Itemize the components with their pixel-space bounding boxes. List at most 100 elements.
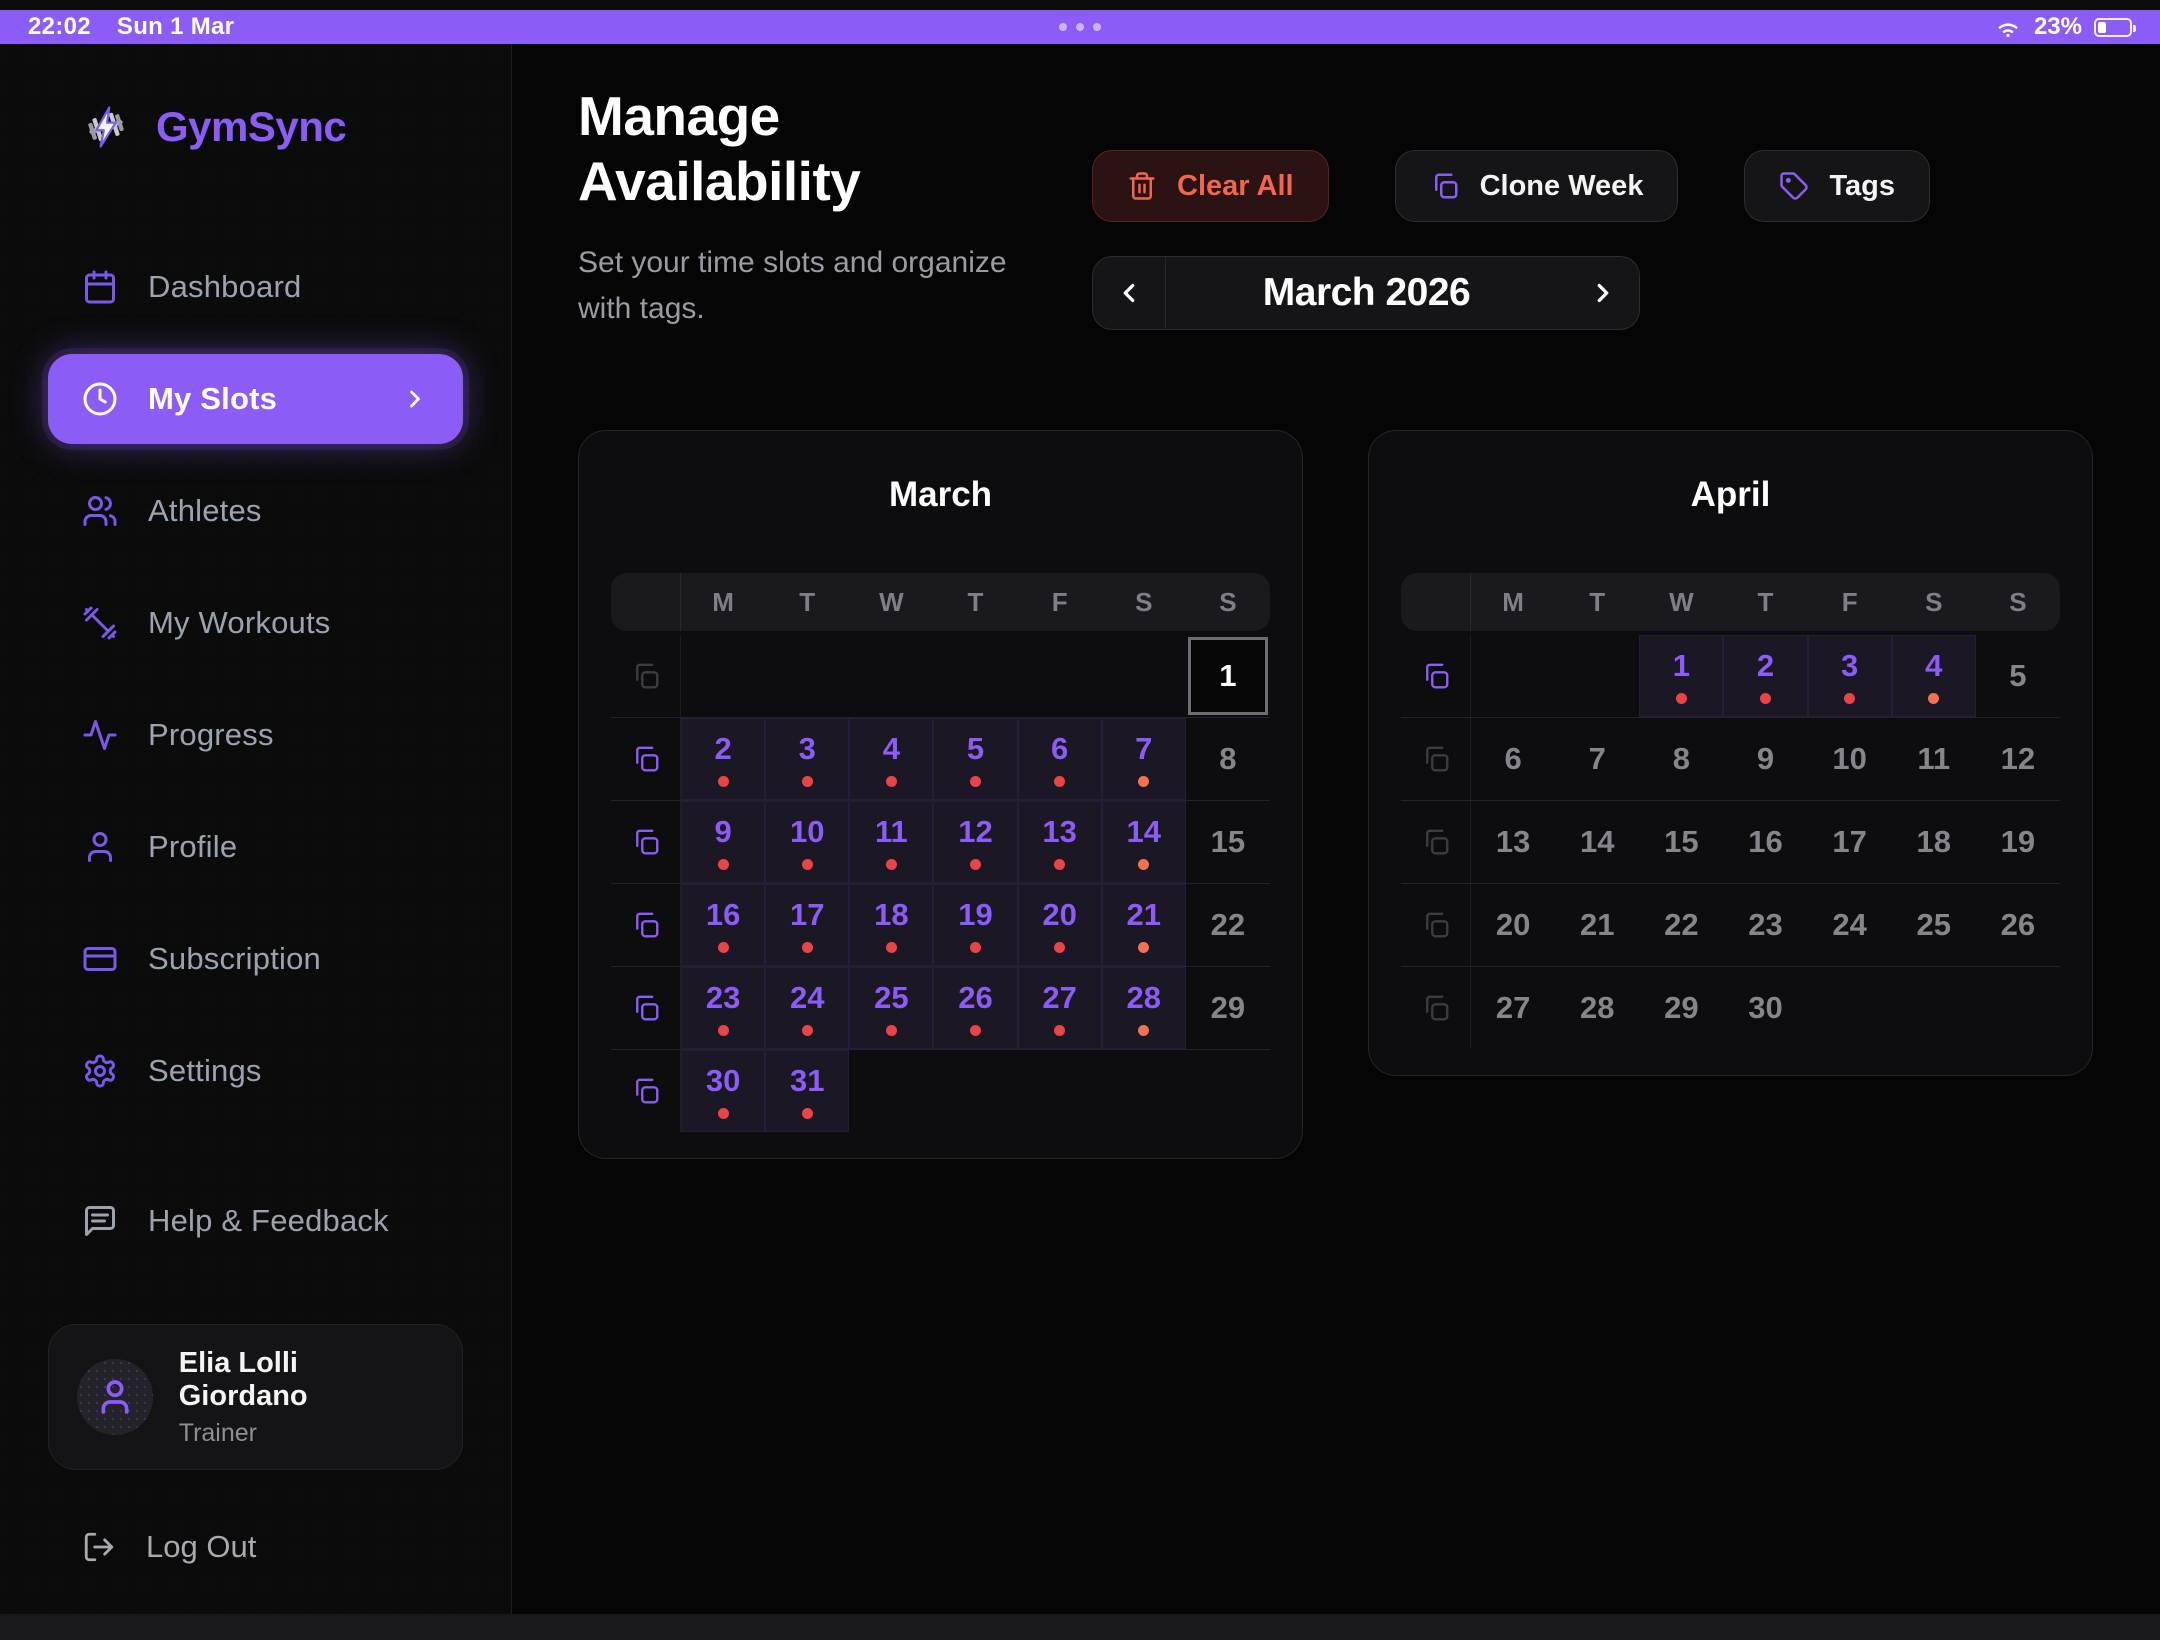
logout-button[interactable]: Log Out (48, 1502, 463, 1592)
day-cell[interactable]: 23 (1723, 884, 1807, 966)
sidebar-item-athletes[interactable]: Athletes (48, 466, 463, 556)
day-cell[interactable]: 12 (933, 801, 1017, 883)
day-cell[interactable]: 1 (1188, 637, 1268, 715)
day-cell[interactable]: 7 (1555, 718, 1639, 800)
day-cell[interactable]: 11 (849, 801, 933, 883)
day-cell[interactable]: 8 (1186, 718, 1270, 800)
sidebar-item-my-workouts[interactable]: My Workouts (48, 578, 463, 668)
next-month-button[interactable] (1567, 257, 1639, 329)
day-cell[interactable]: 30 (1723, 967, 1807, 1049)
day-cell[interactable]: 7 (1102, 718, 1186, 800)
clone-row-button[interactable] (611, 967, 681, 1049)
day-cell[interactable]: 4 (849, 718, 933, 800)
calendar-grid: 1234567891011121314151617181920212223242… (1401, 635, 2060, 1049)
day-number: 18 (1917, 824, 1951, 860)
calendar-week-row: 1314151617 18 19 (1401, 800, 2060, 883)
day-cell[interactable]: 15 (1186, 801, 1270, 883)
day-cell[interactable]: 20 (1018, 884, 1102, 966)
clone-row-button[interactable] (611, 884, 681, 966)
clone-row-button[interactable] (1401, 884, 1471, 966)
clone-row-button[interactable] (611, 635, 681, 717)
day-cell[interactable]: 26 (1976, 884, 2060, 966)
day-cell[interactable]: 21 (1555, 884, 1639, 966)
day-number: 4 (1925, 648, 1942, 684)
day-cell[interactable]: 22 (1186, 884, 1270, 966)
sidebar-item-help-feedback[interactable]: Help & Feedback (48, 1176, 463, 1266)
day-cell[interactable]: 3 (765, 718, 849, 800)
tags-button[interactable]: Tags (1744, 150, 1930, 222)
day-cell[interactable]: 4 (1892, 635, 1976, 717)
day-cell[interactable]: 24 (1808, 884, 1892, 966)
day-cell[interactable]: 10 (1808, 718, 1892, 800)
sidebar-item-progress[interactable]: Progress (48, 690, 463, 780)
day-cell[interactable]: 3 (1808, 635, 1892, 717)
day-cell[interactable]: 11 (1892, 718, 1976, 800)
sidebar-item-dashboard[interactable]: Dashboard (48, 242, 463, 332)
day-cell[interactable]: 14 (1555, 801, 1639, 883)
user-card[interactable]: Elia Lolli Giordano Trainer (48, 1324, 463, 1470)
day-cell[interactable]: 18 (849, 884, 933, 966)
day-cell[interactable]: 19 (933, 884, 1017, 966)
day-cell[interactable]: 13 (1471, 801, 1555, 883)
day-cell[interactable]: 27 (1471, 967, 1555, 1049)
day-cell[interactable]: 15 (1639, 801, 1723, 883)
day-cell[interactable]: 17 (1808, 801, 1892, 883)
day-cell[interactable]: 28 (1555, 967, 1639, 1049)
day-cell[interactable]: 27 (1018, 967, 1102, 1049)
day-cell[interactable]: 14 (1102, 801, 1186, 883)
day-cell[interactable]: 29 (1186, 967, 1270, 1049)
day-cell[interactable]: 30 (681, 1050, 765, 1132)
day-cell[interactable]: 8 (1639, 718, 1723, 800)
day-cell[interactable]: 10 (765, 801, 849, 883)
clone-row-button[interactable] (1401, 801, 1471, 883)
previous-month-button[interactable] (1093, 257, 1166, 329)
day-cell[interactable]: 16 (681, 884, 765, 966)
day-number: 14 (1127, 814, 1161, 850)
clone-week-button[interactable]: Clone Week (1395, 150, 1679, 222)
day-cell[interactable]: 25 (849, 967, 933, 1049)
day-cell[interactable]: 9 (681, 801, 765, 883)
clone-row-button[interactable] (1401, 967, 1471, 1049)
clear-all-button[interactable]: Clear All (1092, 150, 1329, 222)
clone-row-button[interactable] (611, 718, 681, 800)
day-cell[interactable]: 24 (765, 967, 849, 1049)
day-cell[interactable]: 19 (1976, 801, 2060, 883)
weekday-label: S (1102, 587, 1186, 618)
sidebar-item-profile[interactable]: Profile (48, 802, 463, 892)
day-cell[interactable]: 16 (1723, 801, 1807, 883)
clone-row-button[interactable] (611, 1050, 681, 1132)
slot-dot (970, 859, 981, 870)
day-cell[interactable]: 2 (1723, 635, 1807, 717)
day-cell[interactable]: 26 (933, 967, 1017, 1049)
day-number: 19 (2001, 824, 2035, 860)
day-cell[interactable]: 5 (1976, 635, 2060, 717)
slot-dot (886, 942, 897, 953)
clone-row-button[interactable] (611, 801, 681, 883)
month-calendar: April MTWTFSS 12345678910111213141516171… (1368, 430, 2093, 1076)
sidebar-item-settings[interactable]: Settings (48, 1026, 463, 1116)
day-cell[interactable]: 22 (1639, 884, 1723, 966)
clone-row-button[interactable] (1401, 635, 1471, 717)
day-cell[interactable]: 29 (1639, 967, 1723, 1049)
day-cell[interactable]: 12 (1976, 718, 2060, 800)
slot-dot (718, 1108, 729, 1119)
day-cell[interactable]: 25 (1892, 884, 1976, 966)
day-cell[interactable]: 20 (1471, 884, 1555, 966)
day-cell[interactable]: 17 (765, 884, 849, 966)
sidebar-nav: Dashboard My Slots Athletes My Workouts … (0, 242, 511, 1288)
clone-row-button[interactable] (1401, 718, 1471, 800)
day-cell[interactable]: 31 (765, 1050, 849, 1132)
day-cell[interactable]: 23 (681, 967, 765, 1049)
day-cell[interactable]: 9 (1723, 718, 1807, 800)
day-cell[interactable]: 6 (1471, 718, 1555, 800)
day-cell[interactable]: 18 (1892, 801, 1976, 883)
day-cell[interactable]: 13 (1018, 801, 1102, 883)
day-cell[interactable]: 2 (681, 718, 765, 800)
day-cell[interactable]: 28 (1102, 967, 1186, 1049)
day-cell[interactable]: 5 (933, 718, 1017, 800)
day-cell[interactable]: 1 (1639, 635, 1723, 717)
day-cell[interactable]: 21 (1102, 884, 1186, 966)
sidebar-item-my-slots[interactable]: My Slots (48, 354, 463, 444)
sidebar-item-subscription[interactable]: Subscription (48, 914, 463, 1004)
day-cell[interactable]: 6 (1018, 718, 1102, 800)
